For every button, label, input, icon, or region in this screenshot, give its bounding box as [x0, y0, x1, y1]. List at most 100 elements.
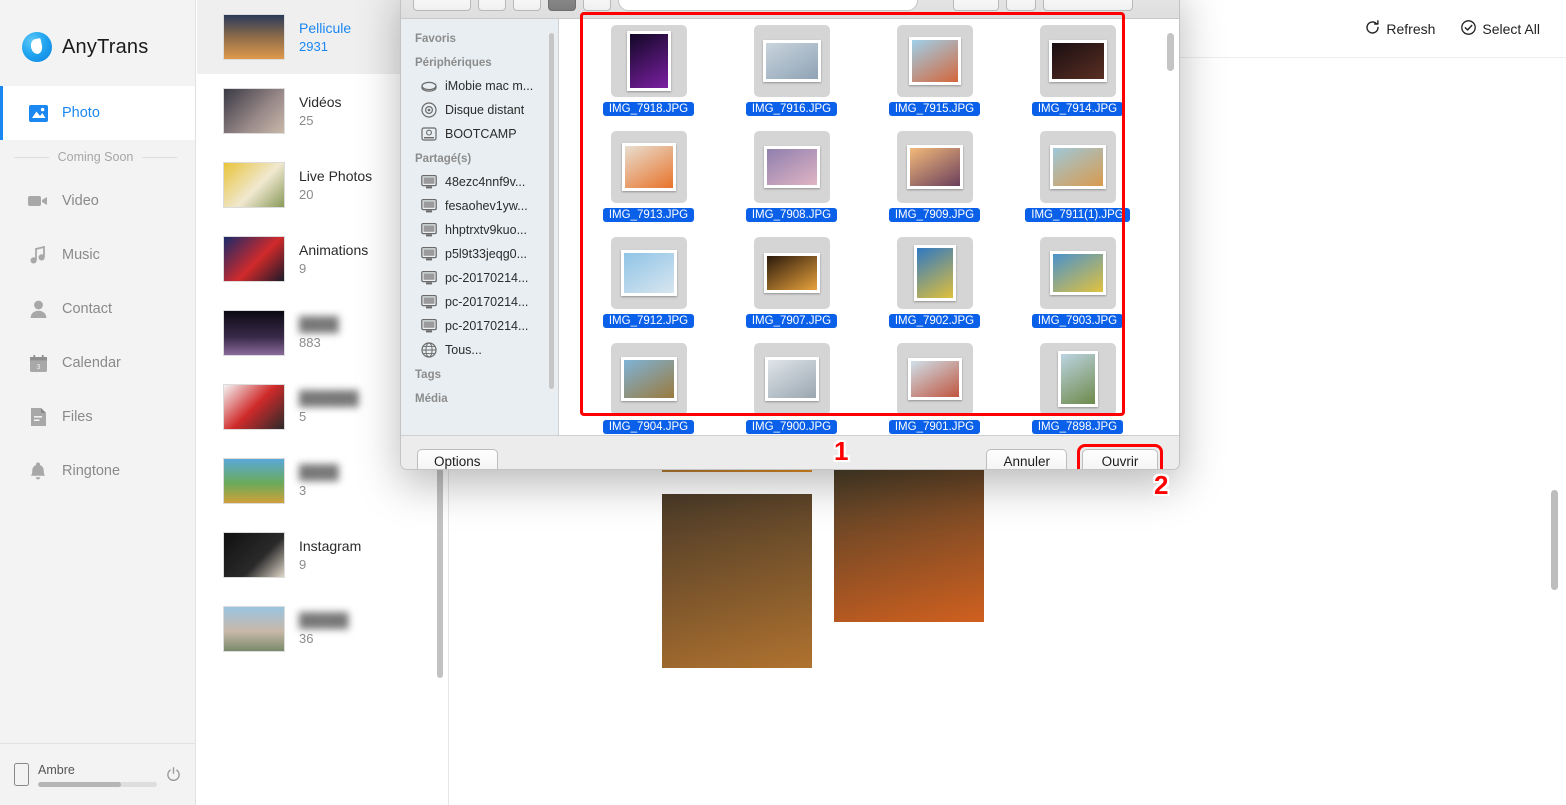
view-column-button[interactable]: [548, 0, 576, 11]
file-name-label: IMG_7908.JPG: [745, 208, 838, 222]
photo-thumbnail[interactable]: [662, 494, 812, 668]
file-item[interactable]: IMG_7902.JPG: [863, 237, 1006, 343]
refresh-button[interactable]: Refresh: [1365, 19, 1436, 38]
file-name-label: IMG_7904.JPG: [602, 420, 695, 434]
app-title: AnyTrans: [62, 35, 149, 58]
file-item[interactable]: IMG_7903.JPG: [1006, 237, 1149, 343]
sidebar-item-label: Music: [62, 247, 100, 263]
action-button[interactable]: [1006, 0, 1036, 11]
options-button[interactable]: Options: [417, 448, 498, 469]
file-thumbnail-image: [913, 245, 956, 301]
sidebar-item-calendar[interactable]: 3 Calendar: [0, 336, 195, 390]
sidebar-item-label: Ringtone: [62, 463, 121, 479]
file-item[interactable]: IMG_7911(1).JPG: [1006, 131, 1149, 237]
nav-back-forward-segment[interactable]: [413, 0, 471, 11]
file-item[interactable]: IMG_7908.JPG: [720, 131, 863, 237]
album-row[interactable]: █████ 36: [197, 592, 448, 666]
sidebar-item-files[interactable]: Files: [0, 390, 195, 444]
album-count: 5: [299, 409, 307, 424]
file-open-dialog: Favoris Périphériques iMobie mac m... Disqu…: [400, 0, 1180, 470]
file-item[interactable]: IMG_7900.JPG: [720, 343, 863, 435]
file-item[interactable]: IMG_7915.JPG: [863, 25, 1006, 131]
dialog-sidebar-item[interactable]: iMobie mac m...: [401, 74, 558, 98]
album-title: ██████: [299, 390, 359, 406]
album-title: Animations: [299, 242, 369, 258]
file-thumbnail-image: [763, 146, 820, 188]
video-camera-icon: [28, 191, 48, 211]
dialog-sidebar-item[interactable]: Tous...: [401, 338, 558, 362]
album-row[interactable]: Instagram 9: [197, 518, 448, 592]
dialog-sidebar-item[interactable]: pc-20170214...: [401, 290, 558, 314]
dialog-sidebar-item[interactable]: fesaohev1yw...: [401, 194, 558, 218]
bell-icon: [28, 461, 48, 481]
album-thumbnail: [223, 310, 285, 356]
sidebar-item-label: Photo: [62, 105, 100, 121]
album-thumbnail: [223, 88, 285, 134]
album-thumbnail: [223, 384, 285, 430]
dialog-sidebar-section-header: Média: [415, 393, 448, 405]
sidebar-item-music[interactable]: Music: [0, 228, 195, 282]
file-thumbnail-image: [621, 143, 676, 191]
album-meta: Instagram 9: [299, 538, 361, 572]
monitor-icon: [421, 198, 437, 214]
cancel-button[interactable]: Annuler: [986, 448, 1067, 469]
file-thumbnail: [610, 237, 687, 309]
file-thumbnail-image: [1057, 351, 1098, 407]
file-thumbnail: [610, 343, 687, 415]
dialog-sidebar-scrollbar[interactable]: [549, 33, 554, 389]
open-button[interactable]: Ouvrir: [1082, 448, 1158, 469]
file-item[interactable]: IMG_7907.JPG: [720, 237, 863, 343]
dialog-sidebar-item[interactable]: pc-20170214...: [401, 314, 558, 338]
album-title: ████: [299, 464, 339, 480]
file-item[interactable]: IMG_7918.JPG: [577, 25, 720, 131]
dialog-sidebar[interactable]: Favoris Périphériques iMobie mac m... Disqu…: [401, 19, 559, 435]
dialog-file-grid-scrollbar[interactable]: [1167, 33, 1174, 71]
album-count: 3: [299, 483, 307, 498]
file-item[interactable]: IMG_7909.JPG: [863, 131, 1006, 237]
album-count: 36: [299, 631, 314, 646]
sidebar-item-photo[interactable]: Photo: [0, 86, 195, 140]
sidebar-item-contact[interactable]: Contact: [0, 282, 195, 336]
dialog-sidebar-item[interactable]: BOOTCAMP: [401, 122, 558, 146]
file-item[interactable]: IMG_7901.JPG: [863, 343, 1006, 435]
dialog-file-grid[interactable]: IMG_7918.JPG IMG_7916.JPG IMG_7915.JPG IMG_…: [559, 19, 1179, 435]
dialog-path-field[interactable]: [618, 0, 918, 11]
sidebar-item-video[interactable]: Video: [0, 174, 195, 228]
album-count: 9: [299, 261, 307, 276]
album-thumbnail: [223, 606, 285, 652]
file-item[interactable]: IMG_7916.JPG: [720, 25, 863, 131]
monitor-icon: [421, 246, 437, 262]
refresh-label: Refresh: [1386, 20, 1436, 37]
dialog-footer: Options Annuler Ouvrir: [401, 435, 1179, 469]
dialog-sidebar-item[interactable]: 48ezc4nnf9v...: [401, 170, 558, 194]
photo-grid-scrollbar[interactable]: [1551, 490, 1558, 590]
file-thumbnail-image: [762, 40, 821, 82]
file-item[interactable]: IMG_7914.JPG: [1006, 25, 1149, 131]
hard-drive-icon: [421, 126, 437, 142]
file-name-label: IMG_7916.JPG: [745, 102, 838, 116]
dialog-sidebar-item-label: Disque distant: [445, 103, 525, 117]
file-item[interactable]: IMG_7913.JPG: [577, 131, 720, 237]
dialog-sidebar-item[interactable]: pc-20170214...: [401, 266, 558, 290]
group-button[interactable]: [953, 0, 999, 11]
view-icon-button[interactable]: [478, 0, 506, 11]
file-item[interactable]: IMG_7898.JPG: [1006, 343, 1149, 435]
power-icon[interactable]: [166, 767, 181, 782]
search-field[interactable]: [1043, 0, 1133, 11]
divider-line-right: [142, 156, 177, 158]
photo-thumbnail[interactable]: [834, 448, 984, 622]
dialog-toolbar: [401, 0, 1179, 19]
view-gallery-button[interactable]: [583, 0, 611, 11]
dialog-sidebar-item[interactable]: hhptrxtv9kuo...: [401, 218, 558, 242]
device-status-bar: Ambre: [0, 743, 195, 805]
dialog-sidebar-item[interactable]: Disque distant: [401, 98, 558, 122]
sidebar-item-ringtone[interactable]: Ringtone: [0, 444, 195, 498]
file-item[interactable]: IMG_7904.JPG: [577, 343, 720, 435]
file-item[interactable]: IMG_7912.JPG: [577, 237, 720, 343]
dialog-sidebar-item[interactable]: p5l9t33jeqg0...: [401, 242, 558, 266]
view-list-button[interactable]: [513, 0, 541, 11]
file-thumbnail-image: [763, 253, 820, 293]
dialog-sidebar-item-label: Tous...: [445, 343, 482, 357]
select-all-button[interactable]: Select All: [1461, 19, 1540, 38]
album-meta: Live Photos 20: [299, 168, 372, 202]
